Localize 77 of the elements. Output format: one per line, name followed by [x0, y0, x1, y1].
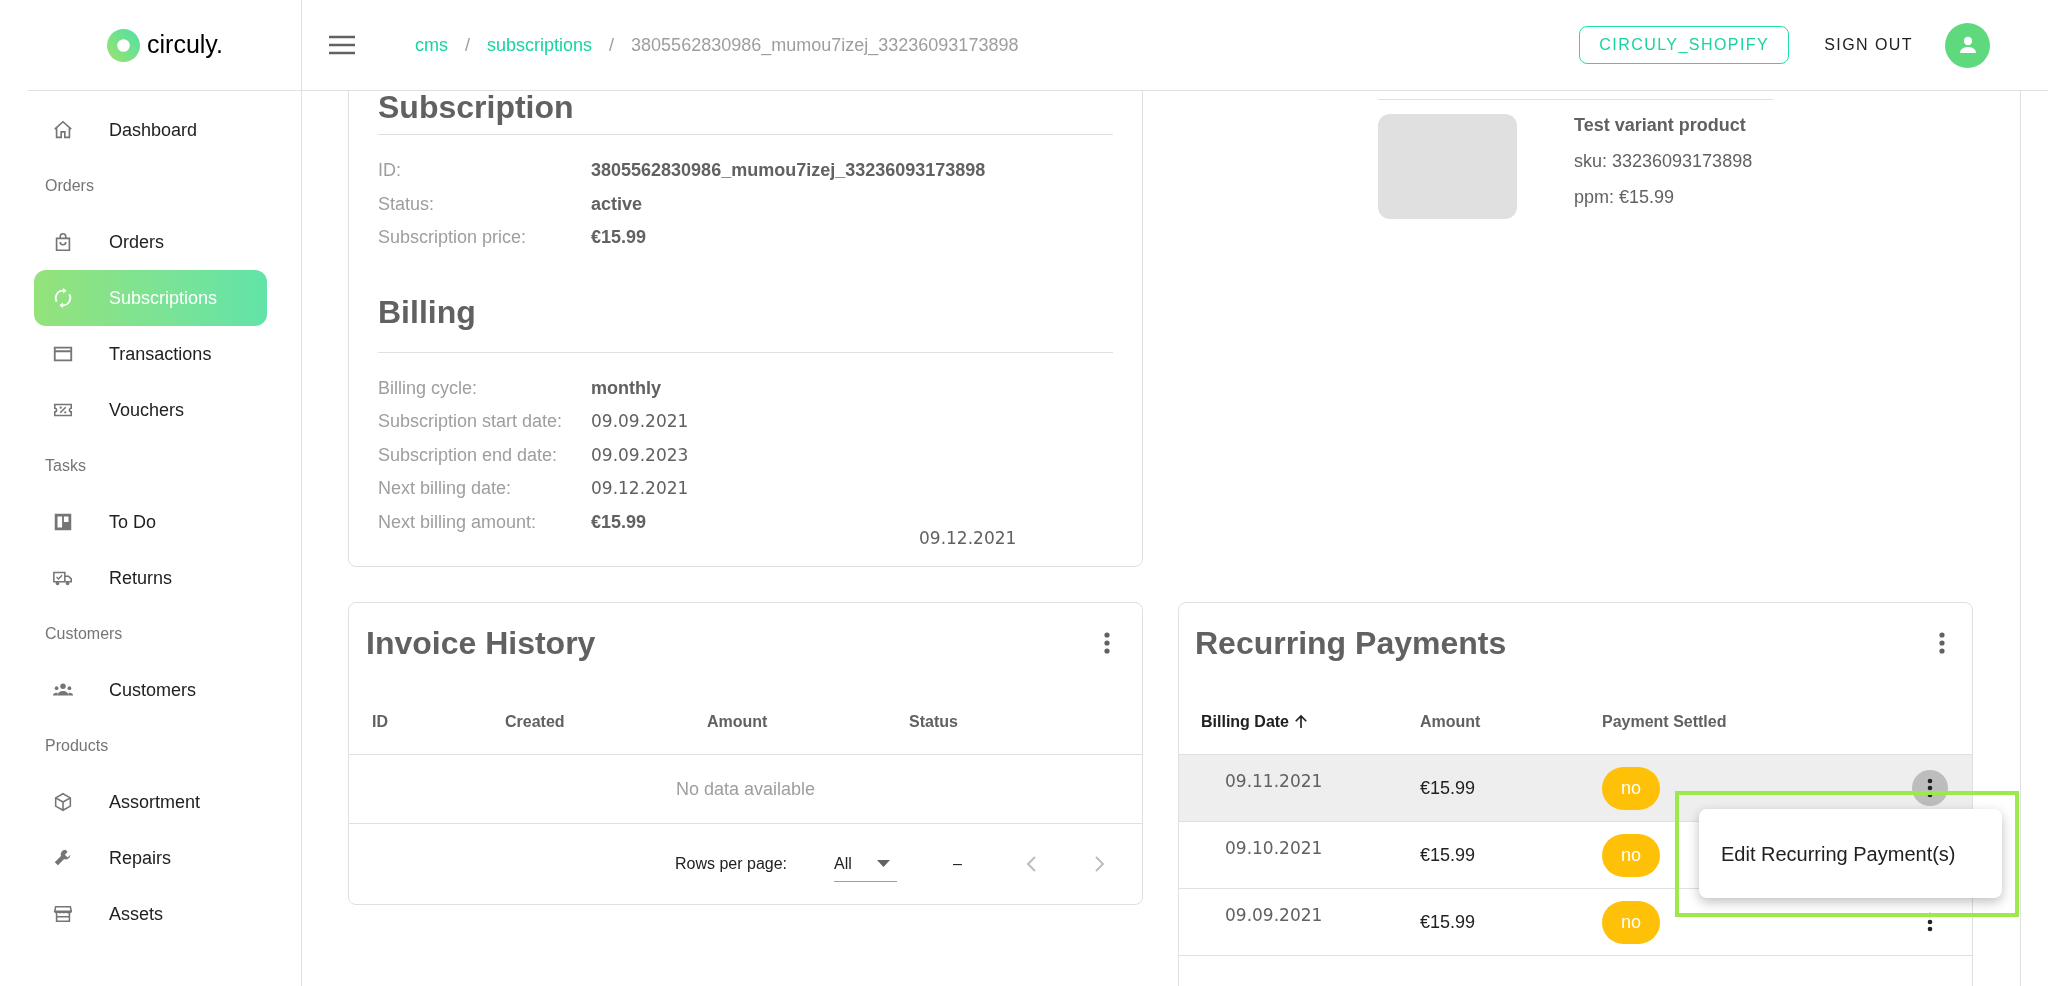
field-label: Subscription start date:: [378, 410, 564, 434]
field-value: active: [591, 192, 644, 216]
field-value: 09.09.2023: [591, 443, 690, 467]
sort-arrow-icon[interactable]: [1292, 713, 1310, 731]
date-text: 09.12.2021: [919, 526, 1018, 550]
product-price: ppm: €15.99: [1574, 186, 1676, 208]
field-label: ID:: [378, 159, 402, 183]
menu-item[interactable]: Edit Recurring Payment(s): [1699, 821, 2002, 886]
field-value: €15.99: [591, 510, 648, 534]
field-value: monthly: [591, 376, 662, 400]
field-value: 3805562830986_mumou7izej_33236093173898: [591, 159, 987, 183]
menu-icon[interactable]: [328, 35, 356, 55]
section-label: Products: [45, 736, 109, 756]
more-icon[interactable]: [1104, 632, 1110, 654]
table-cell-text: €15.99: [1420, 776, 1477, 800]
table-cell-text: 09.09.2021: [1224, 904, 1324, 928]
sidebar-item[interactable]: Customers: [34, 662, 267, 718]
field-label: Subscription price:: [378, 226, 528, 250]
field-value: 09.09.2021: [591, 410, 690, 433]
table-cell-text: €15.99: [1420, 843, 1477, 867]
sidebar-item[interactable]: Assets: [34, 886, 267, 942]
sidebar-item[interactable]: Returns: [34, 550, 267, 606]
home-icon: [52, 119, 74, 141]
product-name: Test variant product: [1574, 114, 1747, 136]
sidebar-item[interactable]: Assortment: [34, 774, 267, 830]
sidebar-item[interactable]: Vouchers: [34, 382, 267, 438]
field-value: €15.99: [591, 226, 648, 250]
breadcrumb-current: 3805562830986_mumou7izej_33236093173898: [631, 33, 1019, 58]
column-header[interactable]: Amount: [1420, 710, 1481, 734]
sign-out-button[interactable]: SIGN OUT: [1824, 33, 1913, 57]
page-range: –: [953, 854, 962, 874]
field-label: Status:: [378, 192, 436, 216]
table-cell-text: 09.11.2021: [1224, 770, 1324, 794]
column-header: Created: [505, 712, 566, 732]
field-label: Next billing amount:: [378, 510, 538, 534]
section-title: Billing: [378, 293, 477, 331]
empty-message: No data available: [675, 777, 816, 801]
section-label: Customers: [45, 624, 123, 644]
status-badge: no: [1602, 900, 1661, 944]
status-badge: no: [1602, 766, 1661, 810]
sidebar-item[interactable]: Repairs: [34, 830, 267, 886]
breadcrumb-separator: /: [465, 33, 470, 57]
rows-per-page-select[interactable]: All: [834, 846, 898, 882]
sidebar-item[interactable]: Dashboard: [34, 102, 267, 158]
column-header[interactable]: Payment Settled: [1602, 710, 1727, 734]
table-cell-text: €15.99: [1420, 910, 1477, 934]
status-badge: no: [1602, 833, 1661, 877]
logo-icon: [107, 28, 140, 62]
product-sku: sku: 33236093173898: [1574, 150, 1753, 172]
sidebar-item[interactable]: Transactions: [34, 326, 267, 382]
column-header: Amount: [707, 712, 769, 732]
store-icon: [52, 903, 74, 925]
column-header: ID: [372, 712, 389, 732]
more-icon[interactable]: [1939, 632, 1945, 654]
table-cell-text: 09.10.2021: [1224, 837, 1324, 861]
rows-per-page-label: Rows per page:: [675, 854, 788, 874]
column-header[interactable]: Billing Date: [1201, 710, 1289, 734]
cube-icon: [52, 791, 74, 813]
caret-icon: [877, 860, 891, 867]
field-label: Subscription end date:: [378, 443, 559, 467]
sidebar-item[interactable]: Orders: [34, 214, 267, 270]
section-title: Subscription: [378, 89, 575, 126]
field-label: Next billing date:: [378, 477, 513, 501]
field-label: Billing cycle:: [378, 376, 479, 400]
card-title: Invoice History: [366, 624, 596, 663]
section-label: Tasks: [45, 456, 86, 476]
board-icon: [52, 511, 74, 533]
card-title: Recurring Payments: [1195, 624, 1507, 663]
column-header: Status: [909, 712, 959, 732]
more-icon: [1927, 778, 1933, 798]
section-label: Orders: [45, 176, 94, 196]
sidebar-item[interactable]: To Do: [34, 494, 267, 550]
logo-text: circuly.: [147, 29, 223, 61]
breadcrumb-separator: /: [609, 33, 615, 57]
field-value: 09.12.2021: [591, 477, 690, 500]
user-icon: [1957, 35, 1978, 55]
refresh-icon: [52, 287, 74, 309]
